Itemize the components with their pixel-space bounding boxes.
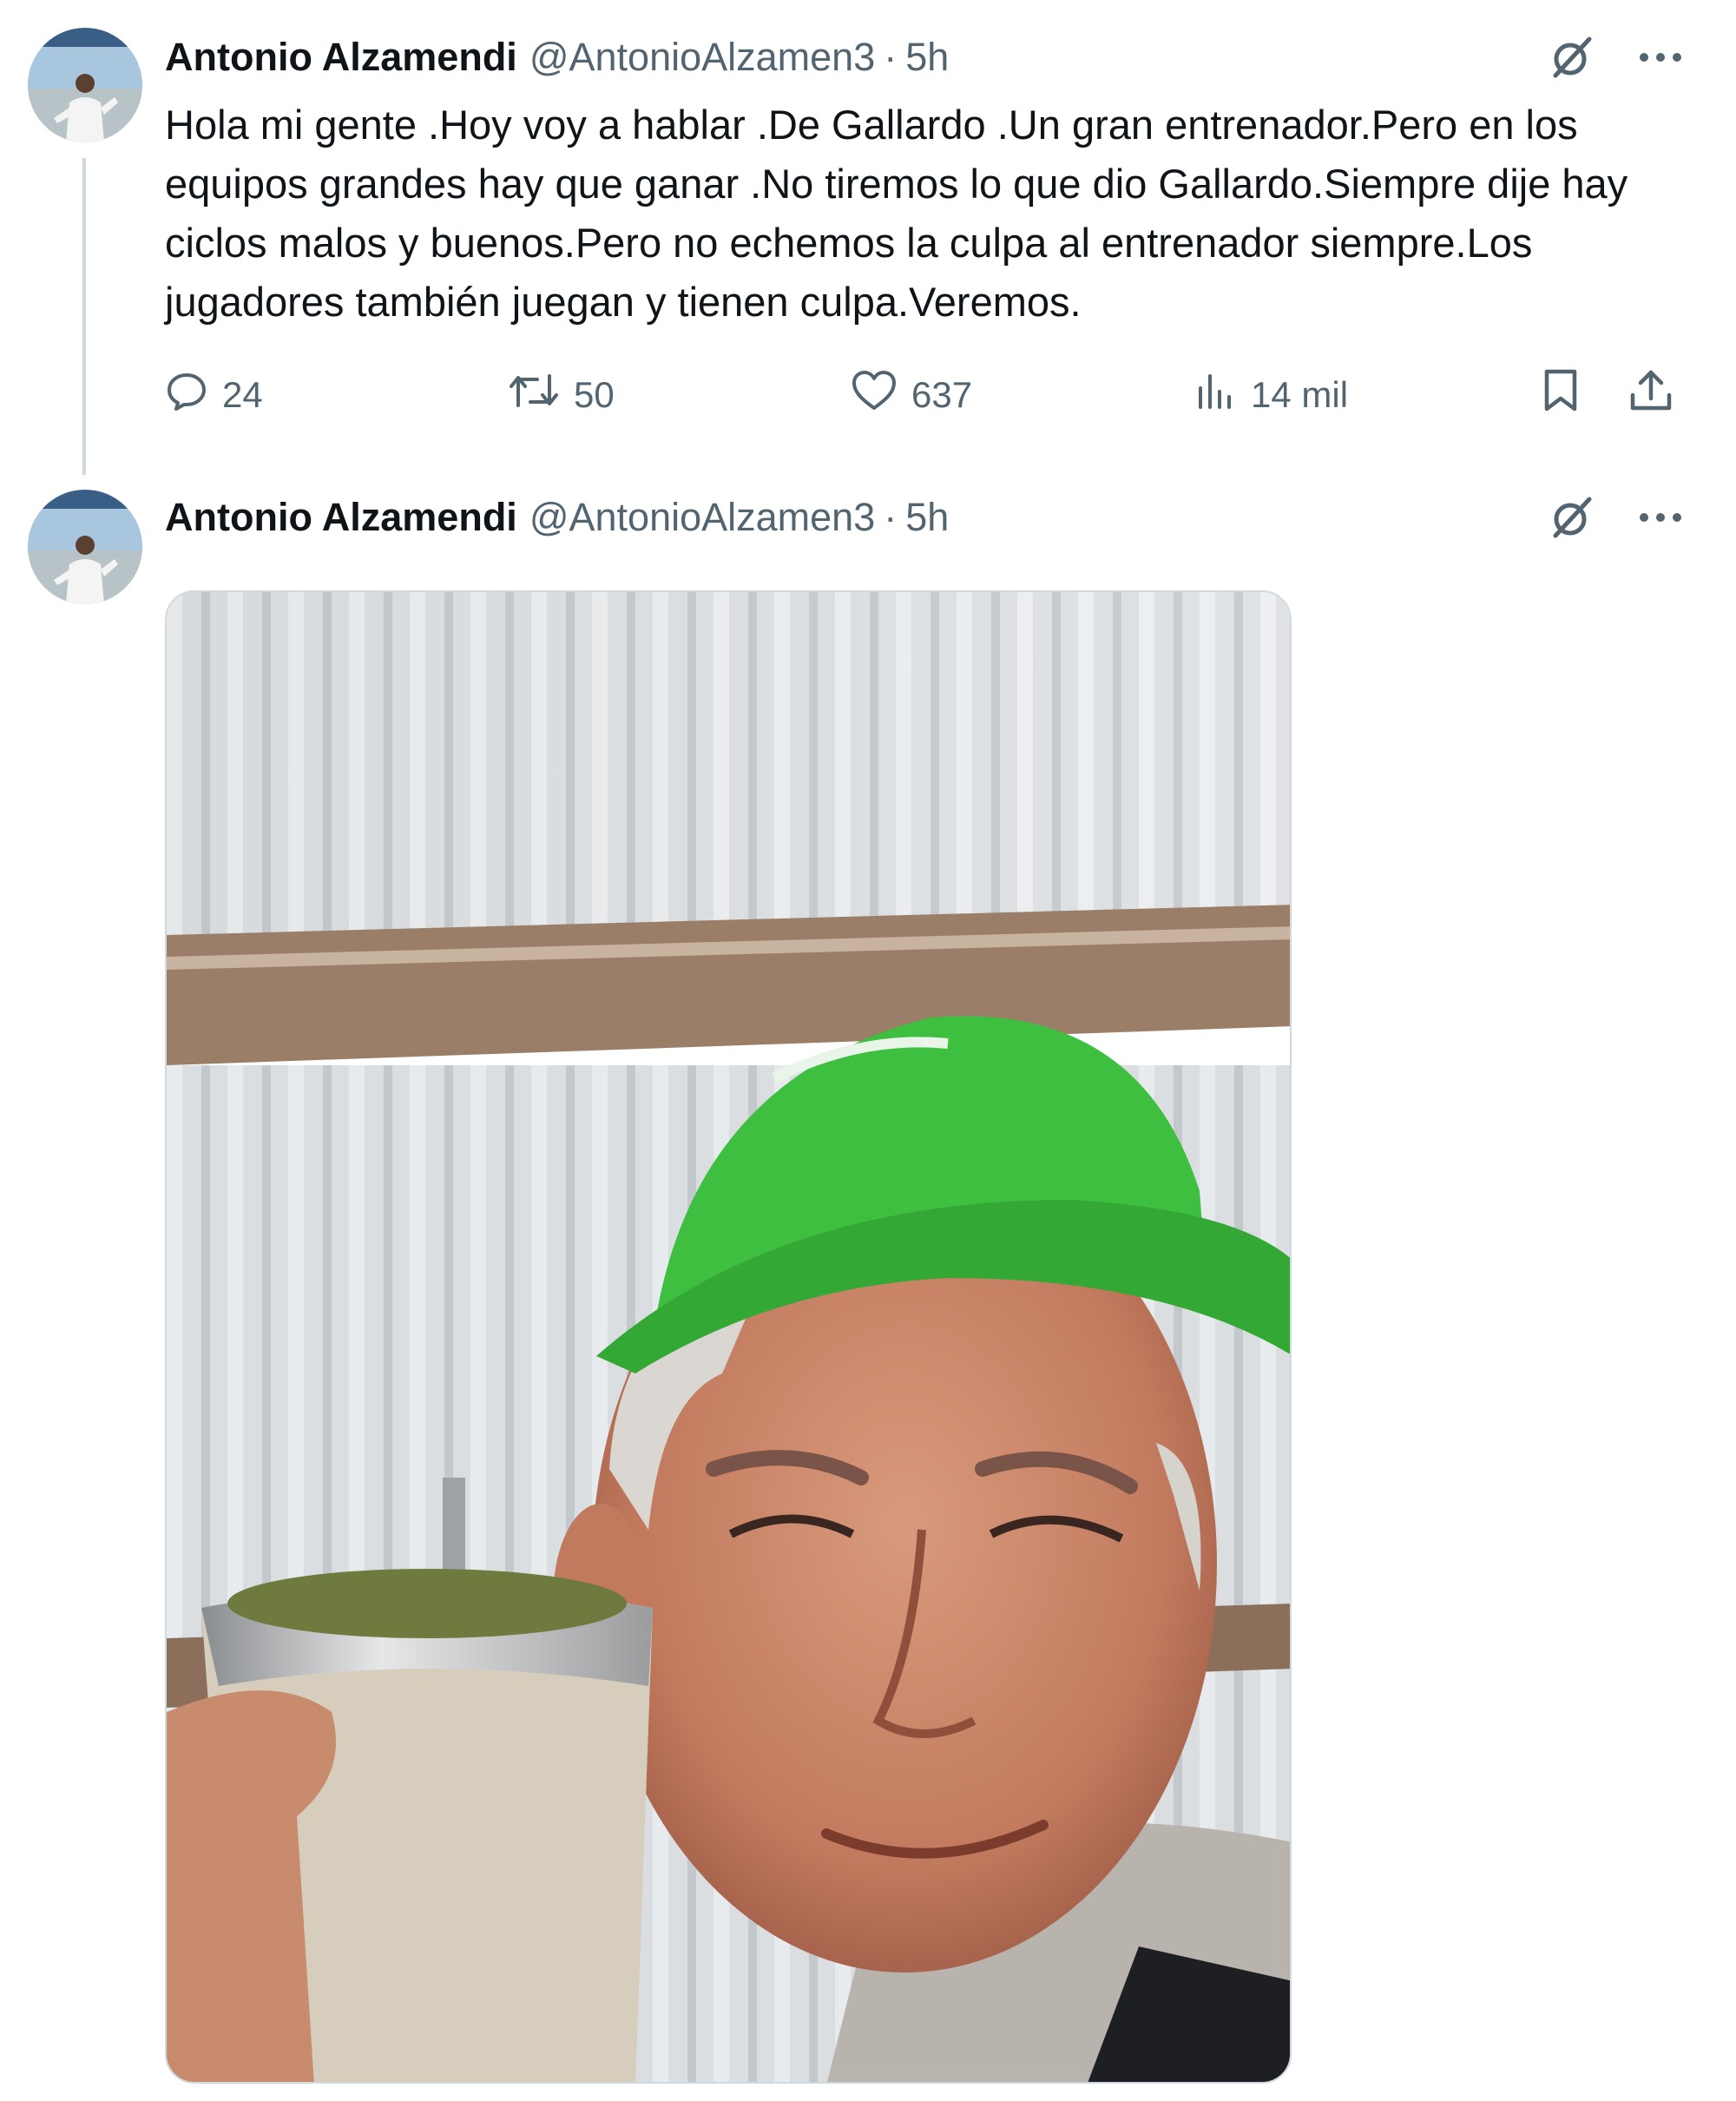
- avatar[interactable]: [28, 490, 142, 604]
- avatar-image: [28, 490, 142, 604]
- tweet-header: Antonio Alzamendi @AntonioAlzamen3 · 5h: [165, 491, 949, 543]
- tweet-action-bar: 24 50 637 14 mil: [165, 365, 1688, 425]
- separator-dot: ·: [884, 495, 898, 539]
- like-count: 637: [911, 374, 973, 415]
- grok-icon[interactable]: [1549, 34, 1595, 81]
- author-handle[interactable]: @AntonioAlzamen3: [529, 31, 875, 83]
- thread-connector-line: [82, 158, 86, 475]
- heart-icon: [851, 369, 898, 421]
- tweet-timestamp[interactable]: 5h: [905, 31, 949, 83]
- more-options-icon[interactable]: [1637, 49, 1684, 66]
- author-display-name[interactable]: Antonio Alzamendi: [165, 491, 517, 543]
- reply-icon: [165, 369, 208, 421]
- share-button[interactable]: [1628, 365, 1674, 425]
- tweet-media-photo[interactable]: [165, 590, 1292, 2084]
- author-handle[interactable]: @AntonioAlzamen3: [529, 491, 875, 543]
- bookmark-icon: [1541, 367, 1581, 423]
- tweet-timestamp[interactable]: 5h: [905, 491, 949, 543]
- author-display-name[interactable]: Antonio Alzamendi: [165, 31, 517, 83]
- share-icon: [1628, 367, 1674, 423]
- reply-button[interactable]: 24: [165, 365, 263, 425]
- like-button[interactable]: 637: [851, 365, 972, 425]
- reply-count: 24: [222, 374, 263, 415]
- views-count: 14 mil: [1251, 374, 1349, 415]
- tweet-header-icons: [1549, 491, 1684, 543]
- bookmark-button[interactable]: [1541, 365, 1581, 425]
- more-options-icon[interactable]: [1637, 509, 1684, 526]
- selfie-photo: [167, 592, 1290, 2082]
- views-chart-icon: [1194, 369, 1237, 421]
- separator-dot: ·: [884, 35, 898, 79]
- tweet-header: Antonio Alzamendi @AntonioAlzamen3 · 5h: [165, 31, 949, 83]
- tweet-text: Hola mi gente .Hoy voy a hablar .De Gall…: [165, 102, 1628, 325]
- repost-count: 50: [574, 374, 615, 415]
- grok-icon[interactable]: [1549, 494, 1595, 541]
- repost-button[interactable]: 50: [508, 365, 615, 425]
- avatar[interactable]: [28, 28, 142, 142]
- repost-icon: [508, 369, 560, 421]
- tweet-header-icons: [1549, 31, 1684, 83]
- avatar-image: [28, 28, 142, 142]
- views-button[interactable]: 14 mil: [1194, 365, 1348, 425]
